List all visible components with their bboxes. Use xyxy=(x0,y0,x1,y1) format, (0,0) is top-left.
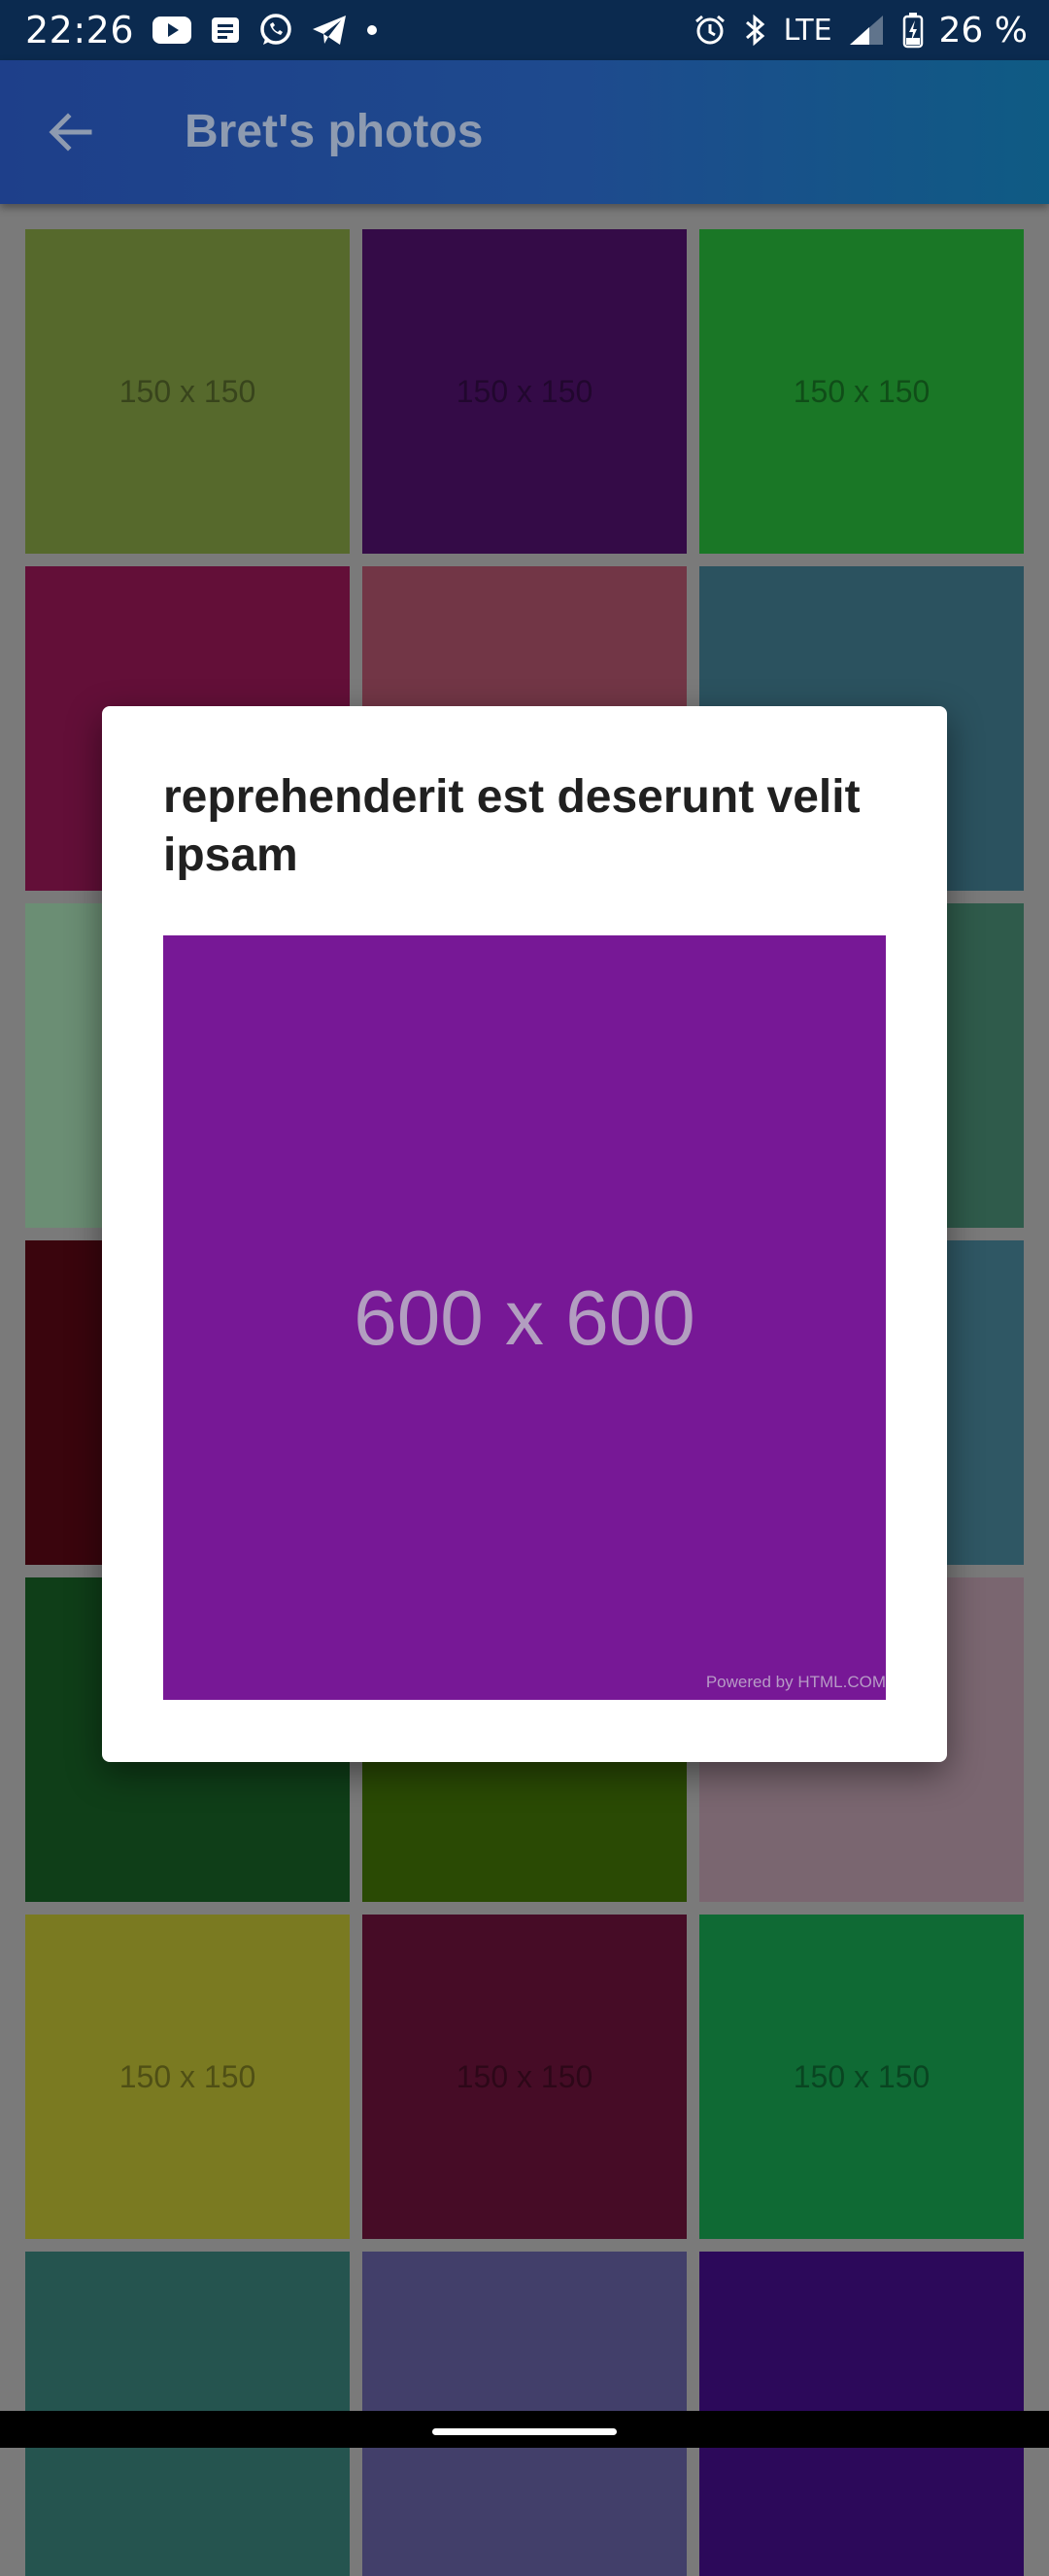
photo-tile-label: 150 x 150 xyxy=(118,373,256,409)
photo-tile[interactable]: 150 x 150 xyxy=(699,1915,1024,2239)
photo-credit: Powered by HTML.COM xyxy=(705,1673,886,1691)
bluetooth-icon xyxy=(743,13,768,48)
whatsapp-icon xyxy=(258,13,293,48)
photo-size-label: 600 x 600 xyxy=(354,1273,695,1361)
status-time: 22:26 xyxy=(25,9,135,51)
dialog-title: reprehenderit est deserunt velit ipsam xyxy=(163,771,861,881)
photo-tile[interactable]: 150 x 150 xyxy=(699,229,1024,554)
home-gesture-handle[interactable] xyxy=(432,2428,617,2435)
telegram-icon xyxy=(311,14,348,47)
photo-tile[interactable]: 150 x 150 xyxy=(362,229,687,554)
photo-dialog: reprehenderit est deserunt velit ipsam 6… xyxy=(102,706,947,1762)
back-button[interactable] xyxy=(39,103,101,161)
youtube-icon xyxy=(152,15,192,46)
dialog-photo: 600 x 600 Powered by HTML.COM xyxy=(163,935,886,1700)
photo-tile[interactable]: 150 x 150 xyxy=(25,229,350,554)
photo-tile-label: 150 x 150 xyxy=(793,2058,931,2094)
photo-tile-label: 150 x 150 xyxy=(456,373,593,409)
app-bar: Bret's photos xyxy=(0,60,1049,204)
arrow-back-icon xyxy=(49,113,92,152)
network-type: LTE xyxy=(783,13,832,48)
photo-tile-label: 150 x 150 xyxy=(793,373,931,409)
navigation-bar xyxy=(0,2411,1049,2448)
signal-icon xyxy=(848,14,887,47)
photo-tile-label: 150 x 150 xyxy=(456,2058,593,2094)
dot-icon xyxy=(365,23,379,37)
status-bar: 22:26 LTE 26 % xyxy=(0,0,1049,60)
photo-tile[interactable]: 150 x 150 xyxy=(362,1915,687,2239)
page-title: Bret's photos xyxy=(185,106,484,157)
photo-tile-label: 150 x 150 xyxy=(118,2058,256,2094)
battery-percentage: 26 % xyxy=(938,10,1028,51)
battery-charging-icon xyxy=(902,12,924,49)
news-icon xyxy=(210,15,241,46)
photo-tile[interactable]: 150 x 150 xyxy=(25,1915,350,2239)
alarm-icon xyxy=(693,13,728,48)
